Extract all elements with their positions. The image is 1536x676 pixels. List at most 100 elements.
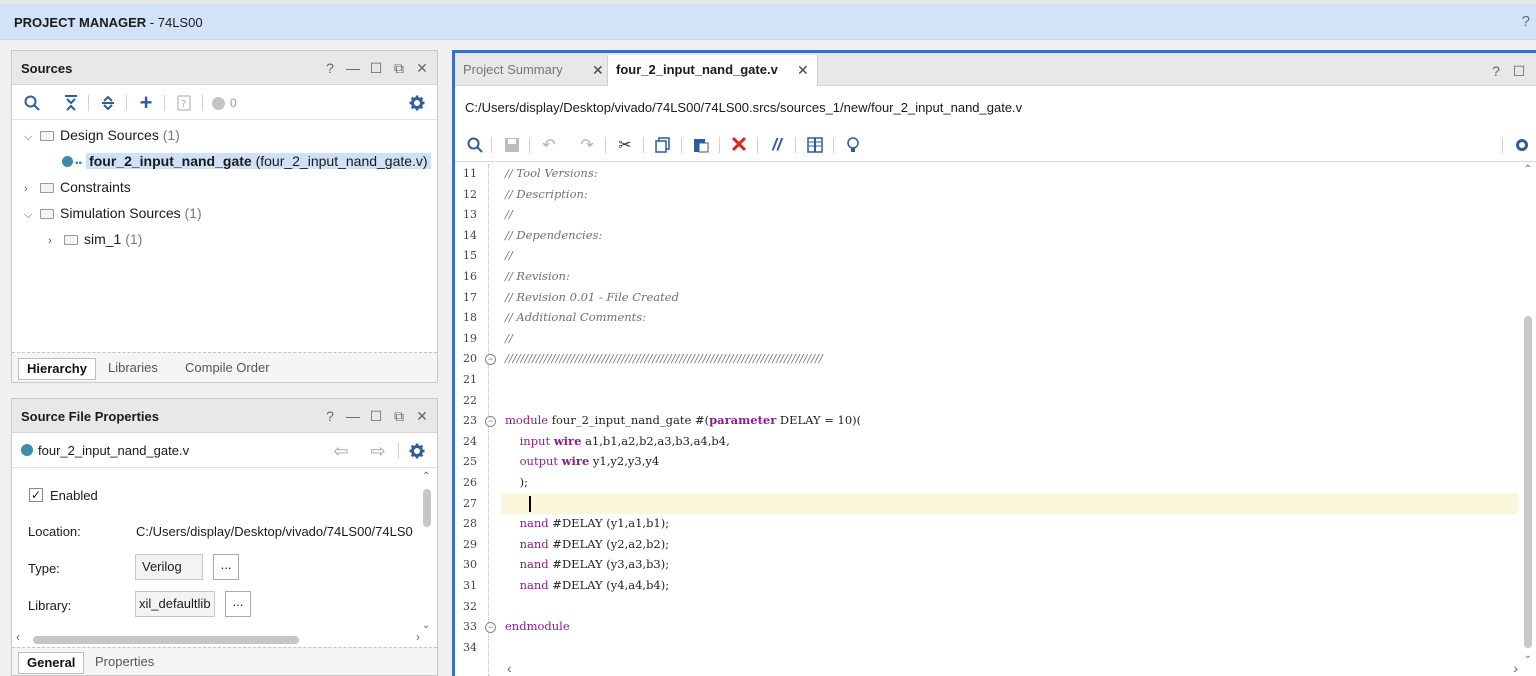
code-line: endmodule bbox=[505, 619, 570, 634]
forward-arrow-icon[interactable]: ⇨ bbox=[369, 441, 387, 461]
search-icon[interactable] bbox=[23, 94, 41, 112]
enabled-checkbox[interactable]: ✓ bbox=[29, 488, 43, 502]
paste-icon[interactable] bbox=[692, 136, 710, 154]
window-title: PROJECT MANAGER - 74LS00 bbox=[14, 15, 203, 30]
code-line: module four_2_input_nand_gate #(paramete… bbox=[505, 413, 862, 428]
line-number: 16 bbox=[463, 270, 477, 283]
help-icon[interactable]: ? bbox=[1522, 13, 1530, 30]
editor-tab-strip: Project Summary ✕ four_2_input_nand_gate… bbox=[455, 53, 1536, 86]
code-line: nand #DELAY (y1,a1,b1); bbox=[519, 516, 670, 531]
scroll-down-icon[interactable]: ⌄ bbox=[1524, 650, 1532, 661]
undo-icon[interactable]: ↶ bbox=[540, 136, 558, 154]
maximize-icon[interactable]: ☐ bbox=[369, 60, 383, 76]
back-arrow-icon[interactable]: ⇦ bbox=[332, 441, 350, 461]
line-number: 15 bbox=[463, 249, 477, 263]
line-number: 17 bbox=[463, 290, 477, 304]
type-browse-button[interactable]: ... bbox=[213, 554, 239, 580]
delete-icon[interactable]: ✕ bbox=[730, 132, 748, 157]
folder-icon bbox=[64, 235, 78, 245]
unknown-file-icon[interactable]: ? bbox=[175, 94, 193, 112]
scroll-up-icon[interactable]: ⌃ bbox=[1524, 164, 1532, 175]
line-number: 18 bbox=[463, 311, 477, 325]
location-label: Location: bbox=[28, 524, 81, 539]
line-number: 25 bbox=[463, 455, 477, 469]
sources-toolbar: + ? 0 bbox=[12, 86, 437, 120]
tab-compile-order[interactable]: Compile Order bbox=[177, 358, 278, 380]
expand-all-icon[interactable] bbox=[99, 94, 117, 112]
add-sources-icon[interactable]: + bbox=[137, 90, 155, 115]
tab-project-summary[interactable]: Project Summary ✕ bbox=[455, 55, 607, 86]
tree-file-item[interactable]: ▪▪ four_2_input_nand_gate (four_2_input_n… bbox=[62, 151, 431, 171]
help-icon[interactable]: ? bbox=[1489, 63, 1503, 79]
close-icon[interactable]: ✕ bbox=[415, 408, 429, 424]
type-field[interactable]: Verilog bbox=[135, 554, 203, 580]
tree-constraints[interactable]: › Constraints bbox=[24, 177, 131, 197]
maximize-icon[interactable]: ☐ bbox=[1512, 63, 1526, 79]
code-line: output wire y1,y2,y3,y4 bbox=[519, 454, 660, 469]
tree-design-sources[interactable]: ⌵ Design Sources (1) bbox=[24, 125, 180, 145]
verilog-file-icon bbox=[62, 156, 73, 167]
close-tab-icon[interactable]: ✕ bbox=[797, 55, 809, 85]
code-area[interactable]: 11 // Tool Versions: 12 // Description: 13 //… bbox=[455, 164, 1536, 676]
folder-icon bbox=[40, 131, 54, 141]
help-icon[interactable]: ? bbox=[323, 60, 337, 76]
current-line-highlight bbox=[501, 493, 1518, 514]
chevron-down-icon[interactable]: ⌵ bbox=[24, 127, 36, 147]
help-icon[interactable]: ? bbox=[323, 408, 337, 424]
code-line: // Dependencies: bbox=[505, 227, 603, 242]
minimize-icon[interactable]: — bbox=[346, 408, 360, 424]
tab-properties[interactable]: Properties bbox=[87, 652, 162, 674]
chevron-right-icon[interactable]: › bbox=[24, 179, 36, 199]
line-number: 21 bbox=[463, 373, 477, 386]
gear-icon[interactable] bbox=[1513, 136, 1531, 154]
fold-icon[interactable]: − bbox=[485, 622, 496, 634]
search-icon[interactable] bbox=[466, 136, 484, 154]
toggle-comment-icon[interactable]: // bbox=[768, 135, 786, 154]
gear-icon[interactable] bbox=[408, 94, 426, 112]
float-icon[interactable]: ⧉ bbox=[392, 408, 406, 424]
filter-badge[interactable]: 0 bbox=[212, 94, 242, 112]
folder-icon bbox=[40, 183, 54, 193]
float-icon[interactable]: ⧉ bbox=[392, 60, 406, 76]
close-tab-icon[interactable]: ✕ bbox=[592, 55, 604, 85]
hierarchy-icon: ▪▪ bbox=[75, 158, 83, 169]
tab-hierarchy[interactable]: Hierarchy bbox=[18, 358, 96, 380]
code-line: nand #DELAY (y4,a4,b4); bbox=[519, 578, 670, 592]
library-browse-button[interactable]: ... bbox=[225, 591, 251, 617]
tree-sim-1[interactable]: › sim_1 (1) bbox=[48, 229, 142, 249]
line-number: 30 bbox=[463, 558, 477, 572]
library-field[interactable]: xil_defaultlib bbox=[135, 591, 215, 617]
collapse-all-icon[interactable] bbox=[62, 94, 80, 112]
library-label: Library: bbox=[28, 598, 72, 613]
editor-toolbar: ↶ ↷ ✂ ✕ // bbox=[455, 128, 1536, 162]
editor-vertical-scrollbar[interactable] bbox=[1524, 316, 1532, 648]
code-line: // Revision: bbox=[505, 269, 570, 283]
vertical-scrollbar[interactable]: ⌃ ⌄ bbox=[420, 471, 435, 631]
svg-text:?: ? bbox=[181, 99, 186, 110]
tab-four-2-input-nand-gate[interactable]: four_2_input_nand_gate.v ✕ bbox=[607, 55, 818, 86]
maximize-icon[interactable]: ☐ bbox=[369, 408, 383, 424]
close-icon[interactable]: ✕ bbox=[415, 60, 429, 76]
tree-simulation-sources[interactable]: ⌵ Simulation Sources (1) bbox=[24, 203, 202, 223]
gear-icon[interactable] bbox=[408, 442, 426, 460]
copy-icon[interactable] bbox=[654, 136, 672, 154]
fold-icon[interactable]: − bbox=[485, 354, 496, 366]
minimize-icon[interactable]: — bbox=[346, 60, 360, 76]
tab-general[interactable]: General bbox=[18, 652, 85, 674]
line-number: 27 bbox=[463, 496, 477, 510]
chevron-down-icon[interactable]: ⌵ bbox=[24, 205, 36, 225]
scroll-left-icon[interactable]: ‹ bbox=[507, 660, 512, 676]
save-icon[interactable] bbox=[503, 136, 521, 154]
editor-panel: Project Summary ✕ four_2_input_nand_gate… bbox=[452, 50, 1536, 676]
cut-icon[interactable]: ✂ bbox=[616, 136, 634, 154]
column-select-icon[interactable] bbox=[806, 136, 824, 154]
line-number: 11 bbox=[463, 167, 477, 180]
file-path: C:/Users/display/Desktop/vivado/74LS00/7… bbox=[465, 100, 1023, 115]
scroll-right-icon[interactable]: › bbox=[1513, 660, 1518, 676]
horizontal-scrollbar[interactable]: ‹ › bbox=[16, 630, 420, 646]
tab-libraries[interactable]: Libraries bbox=[100, 358, 166, 380]
redo-icon[interactable]: ↷ bbox=[578, 136, 596, 154]
lightbulb-icon[interactable] bbox=[844, 136, 862, 154]
fold-icon[interactable]: − bbox=[485, 416, 496, 428]
chevron-right-icon[interactable]: › bbox=[48, 231, 60, 251]
